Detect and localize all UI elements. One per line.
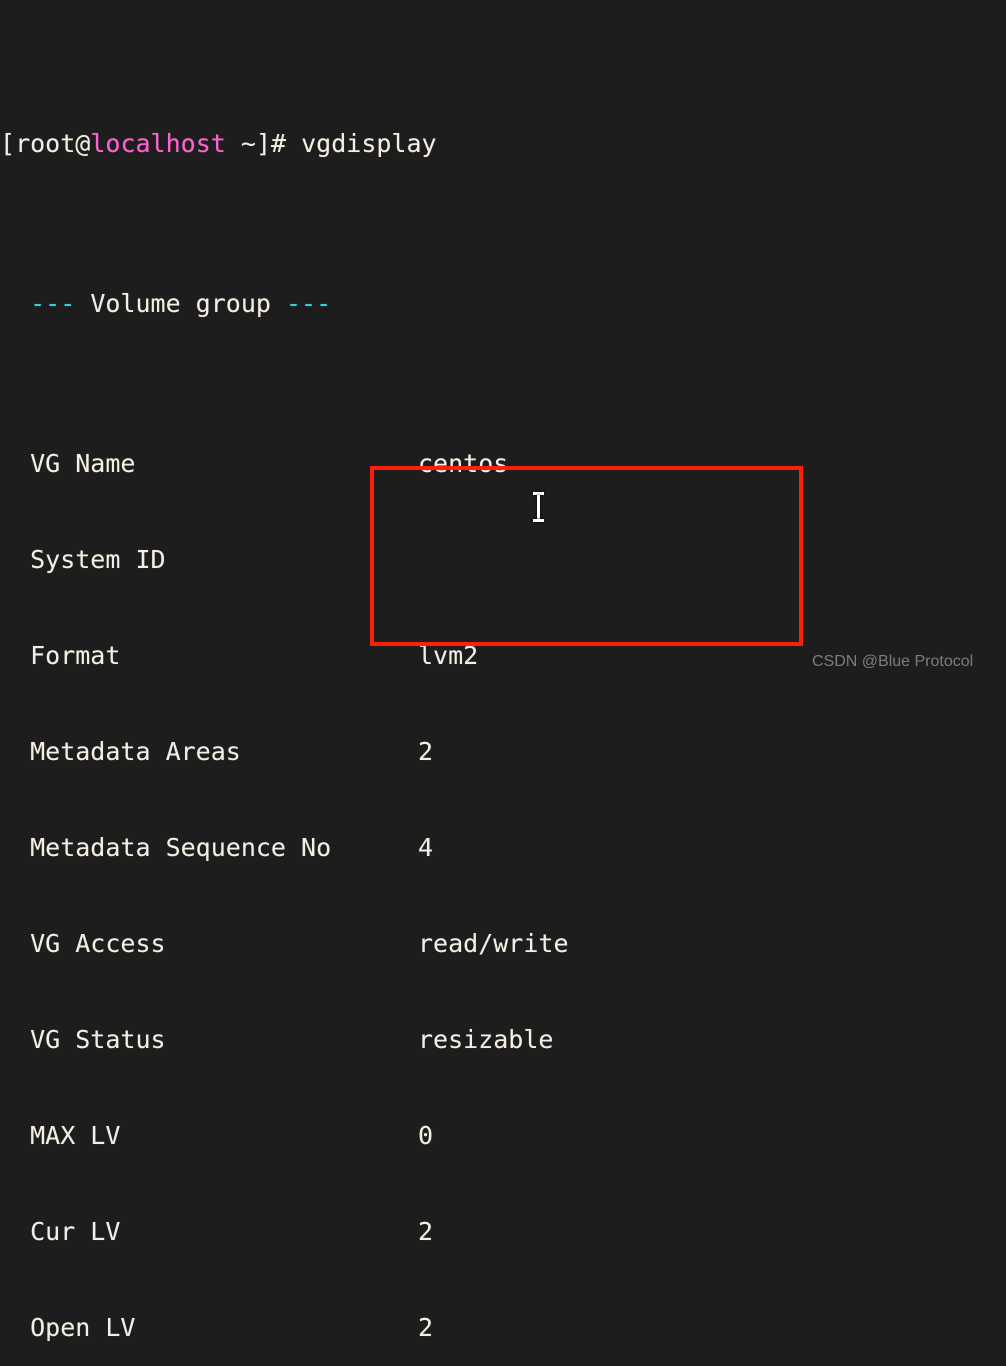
header-title: Volume group (90, 289, 271, 318)
prompt-working-directory: ~ (240, 129, 256, 158)
vg-property-value: read/write (418, 929, 569, 958)
vg-property-row: VG Status resizable (0, 1024, 1006, 1056)
vg-property-label: Metadata Sequence No (0, 833, 332, 862)
terminal-window[interactable]: [root@localhost ~]# vgdisplay --- Volume… (0, 0, 1006, 1342)
vg-property-value: 0 (418, 1121, 434, 1150)
vg-property-label: VG Access (0, 929, 166, 958)
prompt-hash-symbol: # (271, 129, 302, 158)
vg-property-label: Cur LV (0, 1217, 121, 1246)
prompt-user: root (15, 129, 76, 158)
vg-property-row: Format lvm2 (0, 640, 1006, 672)
prompt-at-symbol: @ (75, 129, 91, 158)
header-dash-right: --- (270, 289, 332, 318)
vg-property-row: Metadata Areas 2 (0, 736, 1006, 768)
vg-property-value: 2 (418, 737, 434, 766)
vg-property-value: resizable (418, 1025, 554, 1054)
vg-property-row: Open LV 2 (0, 1312, 1006, 1344)
command-prompt-line: [root@localhost ~]# vgdisplay (0, 128, 1006, 160)
volume-group-header-line: --- Volume group --- (0, 288, 1006, 320)
vg-property-value: 2 (418, 1217, 434, 1246)
prompt-bracket-open: [ (0, 129, 16, 158)
vg-property-value: lvm2 (418, 641, 479, 670)
vg-property-label: Metadata Areas (0, 737, 241, 766)
vg-property-row: Cur LV 2 (0, 1216, 1006, 1248)
prompt-bracket-close: ] (255, 129, 271, 158)
vg-property-label: MAX LV (0, 1121, 121, 1150)
vg-property-label: Format (0, 641, 121, 670)
vg-property-value: 2 (418, 1313, 434, 1342)
prompt-hostname: localhost (90, 129, 226, 158)
vg-property-row: VG Name centos (0, 448, 1006, 480)
vg-property-value: centos (418, 449, 509, 478)
vg-property-row: Metadata Sequence No 4 (0, 832, 1006, 864)
vg-property-row: System ID (0, 544, 1006, 576)
vg-property-row: MAX LV 0 (0, 1120, 1006, 1152)
vg-property-row: VG Access read/write (0, 928, 1006, 960)
vg-property-label: System ID (0, 545, 166, 574)
vg-property-value: 4 (418, 833, 434, 862)
vg-property-label: VG Name (0, 449, 136, 478)
header-dash-left: --- (0, 289, 91, 318)
terminal-screen[interactable]: [root@localhost ~]# vgdisplay --- Volume… (0, 0, 1006, 1342)
vg-property-label: VG Status (0, 1025, 166, 1054)
command-text: vgdisplay (301, 129, 437, 158)
vg-property-label: Open LV (0, 1313, 136, 1342)
